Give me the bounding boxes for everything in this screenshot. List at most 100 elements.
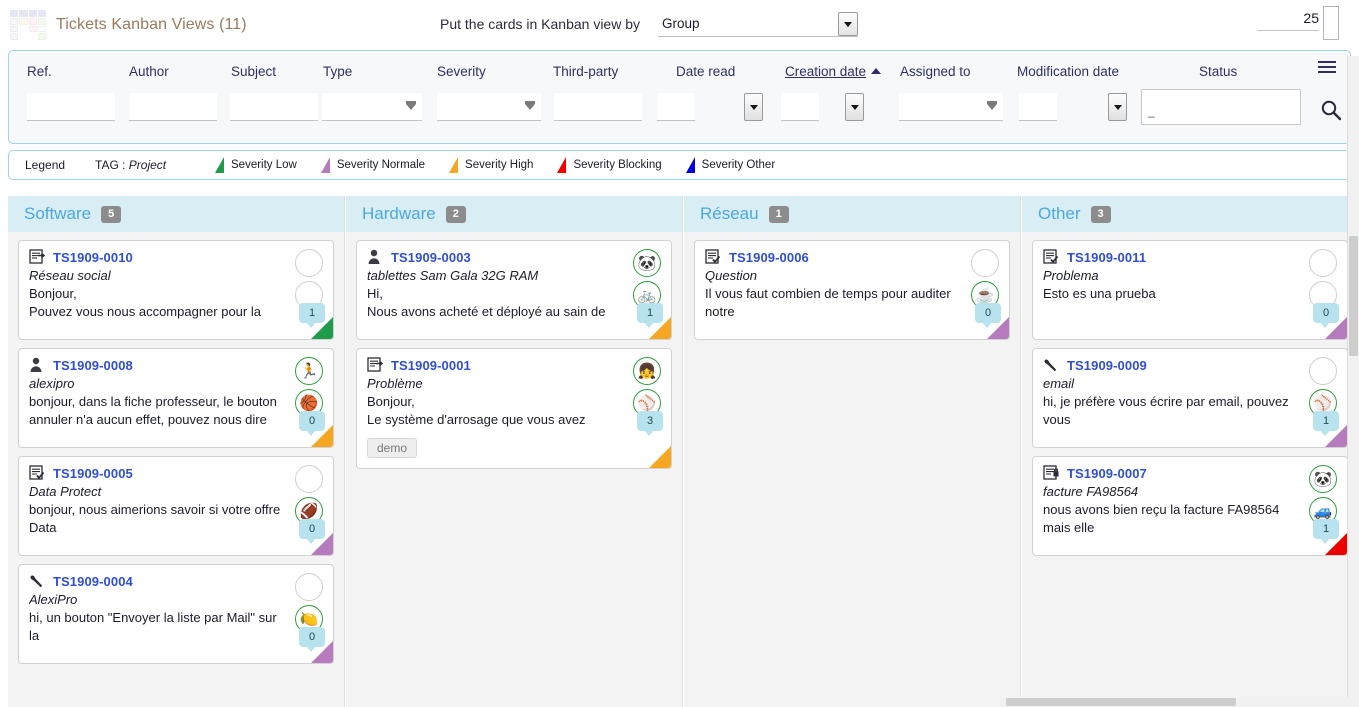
kanban-column-count: 2 xyxy=(446,206,466,223)
kanban-column-count: 1 xyxy=(769,206,789,223)
column-header-label: Date read xyxy=(676,64,735,79)
column-header-ref[interactable]: Ref. xyxy=(27,64,52,79)
filter-creation-date-dropdown[interactable] xyxy=(845,93,864,121)
scrollbar-thumb[interactable] xyxy=(1349,236,1358,356)
person-icon xyxy=(367,249,385,265)
kanban-card-body: Esto es una prueba xyxy=(1043,285,1299,303)
column-header-creation-date[interactable]: Creation date xyxy=(785,64,881,79)
wrench-icon xyxy=(29,573,47,589)
column-header-status[interactable]: Status xyxy=(1199,64,1237,79)
kanban-card-ref-link[interactable]: TS1909-0006 xyxy=(729,250,809,265)
filter-modification-date-dropdown[interactable] xyxy=(1108,93,1127,121)
filter-third-party-input[interactable] xyxy=(554,93,642,121)
kanban-card[interactable]: TS1909-0003 tablettes Sam Gala 32G RAM Hi,… xyxy=(356,240,672,340)
kanban-card-body: hi, un bouton "Envoyer la liste par Mail… xyxy=(29,609,285,647)
avatar: 🏃 xyxy=(295,357,323,385)
kanban-column-header: Hardware2 xyxy=(346,196,682,232)
filter-creation-date-input[interactable] xyxy=(781,93,819,121)
kanban-card-subject: tablettes Sam Gala 32G RAM xyxy=(367,268,623,283)
legend-item: Severity Low xyxy=(215,157,297,173)
column-header-label: Author xyxy=(129,64,169,79)
severity-triangle-icon xyxy=(557,157,566,173)
avatar xyxy=(295,573,323,601)
severity-triangle-icon xyxy=(215,157,224,173)
kanban-card-body: hi, je préfère vous écrire par email, po… xyxy=(1043,393,1299,431)
kanban-card[interactable]: TS1909-0004 AlexiPro hi, un bouton "Envoye… xyxy=(18,564,334,664)
column-header-modification-date[interactable]: Modification date xyxy=(1017,64,1119,79)
kanban-card-ref-link[interactable]: TS1909-0004 xyxy=(53,574,133,589)
document-check-icon xyxy=(1043,249,1061,265)
severity-triangle-icon xyxy=(686,157,695,173)
kanban-card-ref-link[interactable]: TS1909-0007 xyxy=(1067,466,1147,481)
kanban-column-header: Other3 xyxy=(1022,196,1358,232)
page-size-value[interactable]: 25 xyxy=(1257,10,1319,31)
kanban-card[interactable]: TS1909-0009 email hi, je préfère vous écri… xyxy=(1032,348,1348,448)
filter-type-select[interactable] xyxy=(322,93,422,121)
board-horizontal-scrollbar[interactable] xyxy=(1000,697,1359,707)
kanban-column-title: Other xyxy=(1038,204,1081,224)
kanban-card[interactable]: TS1909-0005Data Protectbonjour, nous aim… xyxy=(18,456,334,556)
kanban-card-body: bonjour, dans la fiche professeur, le bo… xyxy=(29,393,285,431)
kanban-column-count: 5 xyxy=(101,206,121,223)
column-header-author[interactable]: Author xyxy=(129,64,169,79)
severity-corner-marker xyxy=(649,446,671,468)
legend-tag-label: TAG : xyxy=(95,158,125,172)
scrollbar-thumb[interactable] xyxy=(1006,698,1236,706)
column-header-assigned-to[interactable]: Assigned to xyxy=(900,64,971,79)
kanban-card-ref-link[interactable]: TS1909-0005 xyxy=(53,466,133,481)
document-arrow-icon xyxy=(29,249,47,265)
kanban-column: Réseau1TS1909-0006QuestionIl vous faut c… xyxy=(684,196,1021,707)
filter-ref-input[interactable] xyxy=(27,93,115,121)
filter-author-input[interactable] xyxy=(129,93,217,121)
kanban-card[interactable]: TS1909-0011ProblemaEsto es una prueba0 xyxy=(1032,240,1348,340)
column-header-type[interactable]: Type xyxy=(323,64,352,79)
filter-assigned-to-select[interactable] xyxy=(899,93,1003,121)
kanban-card-ref-link[interactable]: TS1909-0010 xyxy=(53,250,133,265)
filter-date-read-input[interactable] xyxy=(657,93,695,121)
filter-status-select[interactable]: _ xyxy=(1141,89,1301,125)
filter-severity-select[interactable] xyxy=(437,93,541,121)
page-vertical-scrollbar[interactable] xyxy=(1347,56,1359,707)
kanban-card-ref-link[interactable]: TS1909-0008 xyxy=(53,358,133,373)
kanban-card[interactable]: TS1909-0006QuestionIl vous faut combien … xyxy=(694,240,1010,340)
filter-modification-date-input[interactable] xyxy=(1019,93,1057,121)
column-headers: Ref. Author Subject Type Severity Third-party… xyxy=(9,51,1350,93)
page-size-stepper[interactable] xyxy=(1323,6,1339,40)
chevron-down-icon[interactable] xyxy=(838,12,858,36)
severity-triangle-icon xyxy=(449,157,458,173)
column-header-third-party[interactable]: Third-party xyxy=(553,64,618,79)
kanban-card-header: TS1909-0008 xyxy=(29,357,285,373)
column-header-severity[interactable]: Severity xyxy=(437,64,486,79)
column-header-date-read[interactable]: Date read xyxy=(676,64,735,79)
avatar xyxy=(295,465,323,493)
kanban-group-select[interactable]: Group xyxy=(658,11,858,37)
kanban-card-ref-link[interactable]: TS1909-0009 xyxy=(1067,358,1147,373)
severity-corner-marker xyxy=(311,317,333,339)
severity-corner-marker xyxy=(311,641,333,663)
kanban-card[interactable]: TS1909-0008alexiprobonjour, dans la fich… xyxy=(18,348,334,448)
kanban-card-subject: AlexiPro xyxy=(29,592,285,607)
kanban-card-tag[interactable]: demo xyxy=(367,438,417,458)
column-header-label: Severity xyxy=(437,64,486,79)
kanban-card[interactable]: TS1909-0007facture FA98564nous avons bie… xyxy=(1032,456,1348,556)
avatar xyxy=(971,249,999,277)
filter-subject-input[interactable] xyxy=(230,93,318,121)
kanban-card-subject: email xyxy=(1043,376,1299,391)
kanban-card-ref-link[interactable]: TS1909-0003 xyxy=(391,250,471,265)
search-icon[interactable] xyxy=(1320,99,1342,121)
kanban-card[interactable]: TS1909-0010Réseau socialBonjour, Pouvez … xyxy=(18,240,334,340)
document-check-icon xyxy=(29,465,47,481)
list-filter-panel: Ref. Author Subject Type Severity Third-party… xyxy=(8,50,1351,144)
kanban-card[interactable]: TS1909-0001ProblèmeBonjour, Le système d… xyxy=(356,348,672,469)
kanban-card-ref-link[interactable]: TS1909-0011 xyxy=(1067,250,1146,265)
severity-triangle-icon xyxy=(321,157,330,173)
kanban-card-ref-link[interactable]: TS1909-0001 xyxy=(391,358,471,373)
column-header-label: Ref. xyxy=(27,64,52,79)
kanban-card-body: Hi, Nous avons acheté et déployé au sain… xyxy=(367,285,623,323)
column-selector-icon[interactable] xyxy=(1318,61,1336,77)
page-title: Tickets Kanban Views (11) xyxy=(56,16,247,34)
filter-date-read-dropdown[interactable] xyxy=(744,93,763,121)
column-header-label: Third-party xyxy=(553,64,618,79)
column-header-subject[interactable]: Subject xyxy=(231,64,276,79)
legend-item-label: Severity Other xyxy=(702,159,776,171)
